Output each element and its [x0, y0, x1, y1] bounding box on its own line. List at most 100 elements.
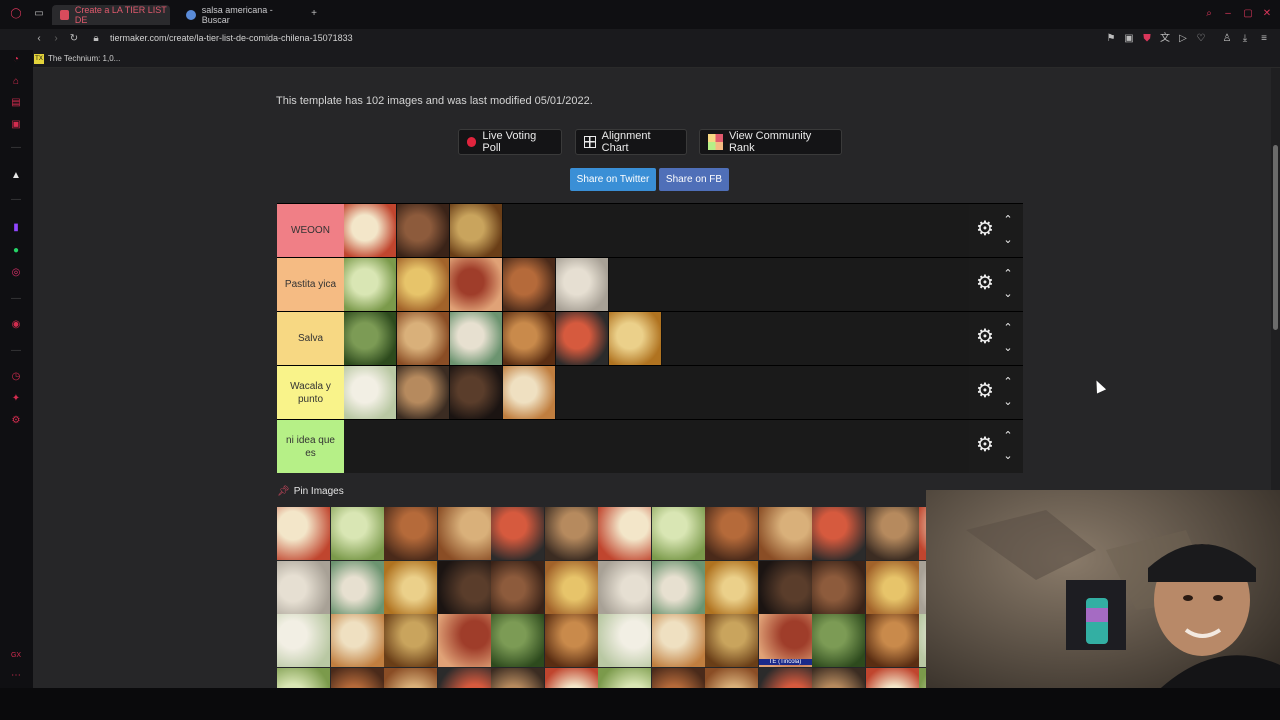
pool-food-image[interactable] — [384, 560, 437, 614]
tier-label[interactable]: WEOON — [277, 204, 344, 257]
pool-food-image[interactable] — [330, 667, 384, 688]
close-icon[interactable]: ✕ — [1261, 9, 1273, 19]
gear-icon[interactable]: ⚙ — [974, 380, 996, 402]
tier-food-image[interactable] — [450, 204, 503, 257]
pool-food-image[interactable] — [277, 614, 330, 667]
pool-food-image[interactable] — [705, 667, 758, 688]
pool-food-image[interactable] — [651, 667, 705, 688]
whatsapp-icon[interactable]: ● — [10, 245, 22, 257]
tier-label[interactable]: Salva — [277, 312, 344, 365]
pool-food-image[interactable] — [758, 667, 812, 688]
tier-food-image[interactable] — [344, 312, 397, 365]
view-community-rank-button[interactable]: View Community Rank — [699, 129, 842, 155]
tier-food-image[interactable] — [450, 366, 503, 419]
chevron-up-icon[interactable]: ⌃ — [1001, 214, 1015, 226]
pool-food-image[interactable] — [491, 667, 544, 688]
pool-food-image[interactable] — [277, 560, 330, 614]
pool-food-image[interactable] — [651, 614, 705, 667]
pool-food-image[interactable] — [919, 667, 926, 688]
pin-images-toggle[interactable]: 📌︎ Pin Images — [277, 486, 344, 497]
heart-icon[interactable]: ♡ — [1195, 34, 1207, 44]
pool-food-image[interactable] — [437, 614, 491, 667]
pool-food-image[interactable] — [330, 507, 384, 560]
chevron-down-icon[interactable]: ⌄ — [1001, 342, 1015, 354]
pool-food-image[interactable] — [865, 614, 919, 667]
more-icon[interactable]: ⋯ — [10, 670, 22, 682]
bookmark-technium[interactable]: The Technium: 1,0... — [48, 54, 120, 63]
pool-food-image[interactable] — [812, 614, 865, 667]
pool-food-image[interactable] — [384, 614, 437, 667]
gear-icon[interactable]: ⚙ — [974, 218, 996, 240]
pool-food-image[interactable] — [491, 614, 544, 667]
messenger-icon[interactable]: ▣ — [10, 119, 22, 131]
pool-food-image[interactable] — [277, 667, 330, 688]
extensions-icon[interactable]: ✦ — [10, 393, 22, 405]
minimize-icon[interactable]: – — [1222, 9, 1234, 19]
new-tab-button[interactable]: + — [308, 9, 320, 19]
pool-food-image[interactable]: TE (Tincola) — [758, 614, 812, 667]
pool-food-image[interactable] — [437, 560, 491, 614]
pool-food-image[interactable] — [919, 560, 926, 614]
pool-food-image[interactable] — [865, 667, 919, 688]
alignment-chart-button[interactable]: Alignment Chart — [575, 129, 687, 155]
download-icon[interactable]: ⤓ — [1239, 34, 1251, 44]
pool-food-image[interactable] — [705, 507, 758, 560]
pool-food-image[interactable] — [598, 614, 651, 667]
tier-food-image[interactable] — [344, 204, 397, 257]
pool-food-image[interactable] — [544, 667, 598, 688]
chevron-up-icon[interactable]: ⌃ — [1001, 376, 1015, 388]
chevron-up-icon[interactable]: ⌃ — [1001, 322, 1015, 334]
pool-food-image[interactable] — [919, 507, 926, 560]
tier-label[interactable]: Wacala y punto — [277, 366, 344, 419]
chevron-down-icon[interactable]: ⌄ — [1001, 288, 1015, 300]
gx-icon[interactable]: GX — [10, 650, 22, 662]
instagram-icon[interactable]: ◎ — [10, 267, 22, 279]
share-fb-button[interactable]: Share on FB — [659, 168, 729, 191]
pool-food-image[interactable] — [330, 560, 384, 614]
shield-icon[interactable]: ⛊ — [1141, 34, 1153, 44]
pool-food-image[interactable] — [330, 614, 384, 667]
pool-food-image[interactable] — [758, 507, 812, 560]
tier-food-image[interactable] — [556, 312, 609, 365]
chevron-down-icon[interactable]: ⌄ — [1001, 234, 1015, 246]
tab-google[interactable]: salsa americana - Buscar — [178, 5, 300, 25]
reload-icon[interactable]: ↻ — [68, 34, 80, 44]
pool-food-image[interactable] — [384, 507, 437, 560]
tier-food-image[interactable] — [397, 204, 450, 257]
profile-icon[interactable]: ♙ — [1221, 34, 1233, 44]
gear-icon[interactable]: ⚙ — [974, 434, 996, 456]
tier-food-image[interactable] — [397, 366, 450, 419]
scrollbar-thumb[interactable] — [1273, 145, 1278, 330]
pool-food-image[interactable] — [384, 667, 437, 688]
chevron-up-icon[interactable]: ⌃ — [1001, 268, 1015, 280]
chevron-down-icon[interactable]: ⌄ — [1001, 450, 1015, 462]
tier-food-image[interactable] — [397, 312, 450, 365]
pool-food-image[interactable] — [491, 507, 544, 560]
bookmark-icon[interactable]: ⚑ — [1105, 34, 1117, 44]
tier-food-image[interactable] — [556, 258, 609, 311]
pool-food-image[interactable] — [865, 560, 919, 614]
url-field[interactable]: tiermaker.com/create/la-tier-list-de-com… — [110, 33, 353, 43]
pool-food-image[interactable] — [758, 560, 812, 614]
player-icon[interactable]: ▷ — [1177, 34, 1189, 44]
news-icon[interactable]: ▤ — [10, 97, 22, 109]
pool-food-image[interactable] — [437, 507, 491, 560]
chevron-up-icon[interactable]: ⌃ — [1001, 430, 1015, 442]
tier-food-image[interactable] — [344, 258, 397, 311]
pool-food-image[interactable] — [812, 560, 865, 614]
pool-food-image[interactable] — [277, 507, 330, 560]
translate-icon[interactable]: 文 — [1159, 34, 1171, 44]
share-twitter-button[interactable]: Share on Twitter — [570, 168, 656, 191]
tier-food-image[interactable] — [450, 258, 503, 311]
pool-food-image[interactable] — [705, 560, 758, 614]
pool-food-image[interactable] — [705, 614, 758, 667]
tier-food-image[interactable] — [397, 258, 450, 311]
tier-food-image[interactable] — [344, 366, 397, 419]
pool-food-image[interactable] — [544, 614, 598, 667]
maximize-icon[interactable]: ▢ — [1242, 9, 1254, 19]
tab-menu-icon[interactable]: ▭ — [33, 9, 45, 19]
pool-food-image[interactable] — [544, 507, 598, 560]
history-icon[interactable]: ◷ — [10, 371, 22, 383]
speed-dial-icon[interactable]: ◔ — [10, 54, 22, 66]
forward-icon[interactable]: › — [50, 34, 62, 44]
